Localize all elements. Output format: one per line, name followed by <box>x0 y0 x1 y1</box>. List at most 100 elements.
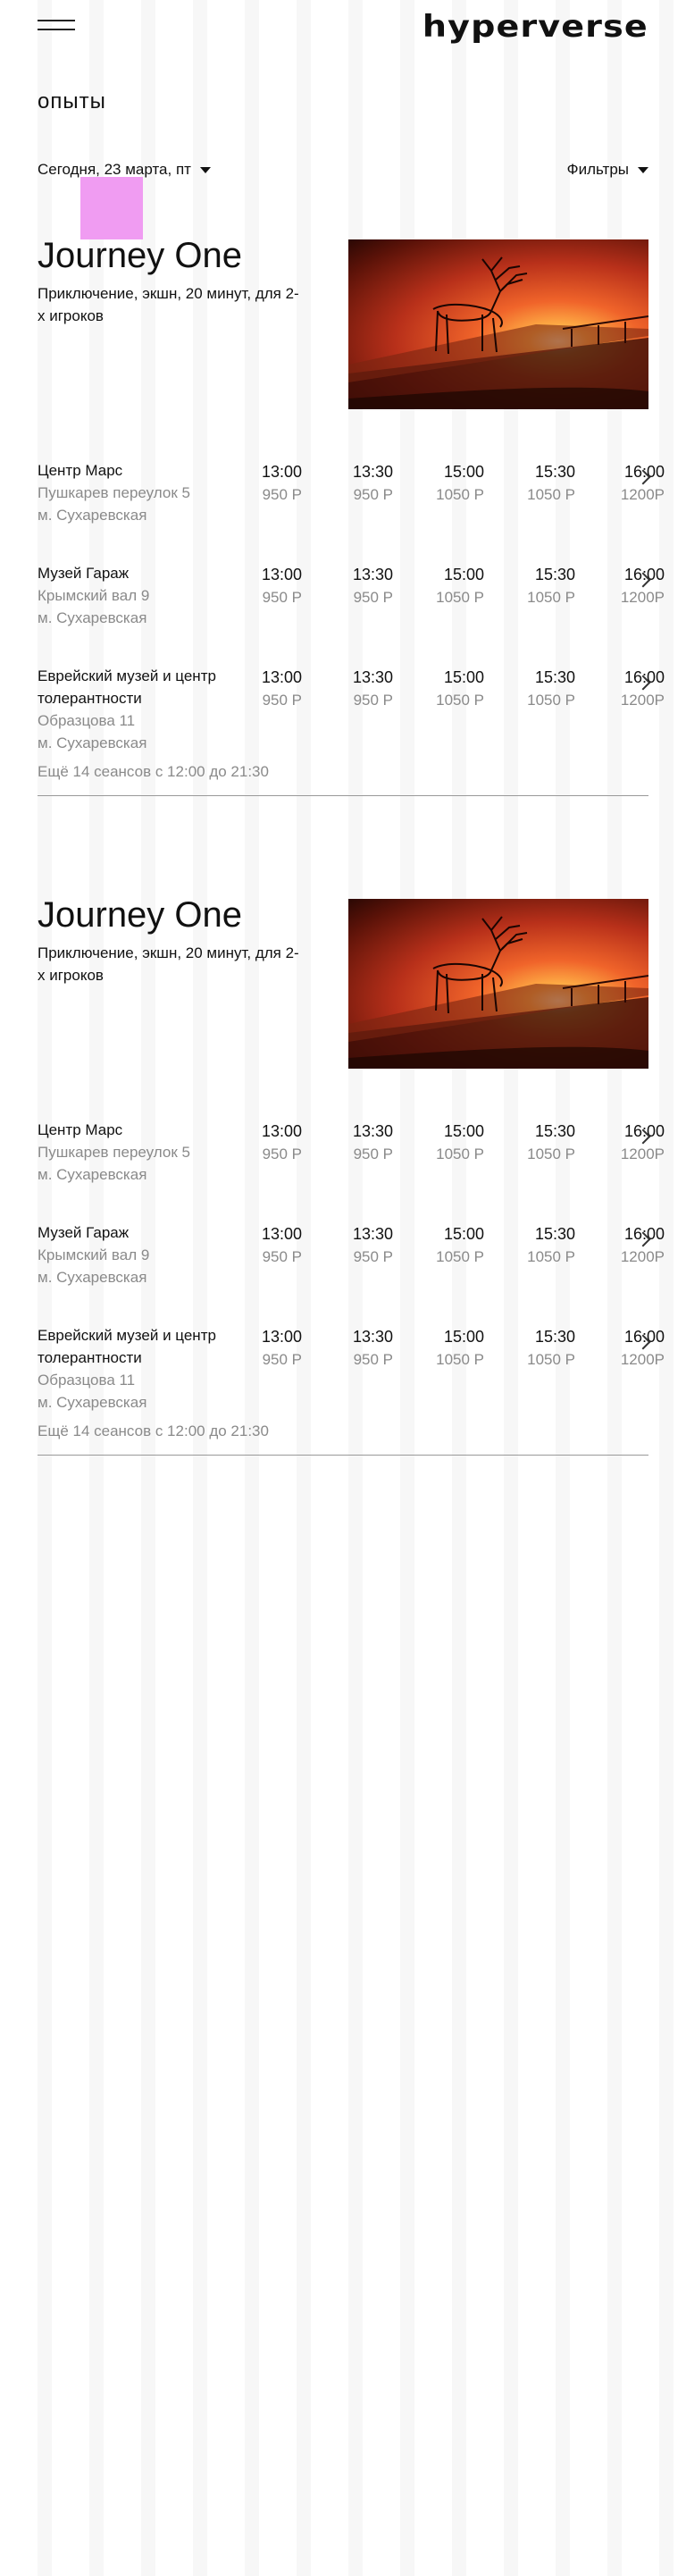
hamburger-menu-icon[interactable] <box>38 18 75 32</box>
venue-address: Крымский вал 9 <box>38 1246 150 1263</box>
session-slot[interactable]: 16:00 1200Р <box>611 1326 665 1371</box>
session-time: 13:30 <box>352 1225 393 1243</box>
experience-image[interactable] <box>348 239 648 409</box>
session-time: 15:30 <box>534 1122 575 1140</box>
session-price: 1200Р <box>620 486 665 503</box>
experience-description: Приключение, экшн, 20 минут, для 2-х игр… <box>38 285 299 324</box>
session-slot[interactable]: 13:00 950 Р <box>248 461 302 506</box>
venue-metro: м. Сухаревская <box>38 1166 147 1183</box>
session-price: 1050 Р <box>436 486 484 503</box>
session-time: 15:30 <box>534 1328 575 1346</box>
session-slot[interactable]: 15:30 1050 Р <box>522 1120 575 1165</box>
session-time: 13:30 <box>352 668 393 686</box>
experience-title[interactable]: Journey One <box>38 894 242 936</box>
session-slot[interactable]: 16:00 1200Р <box>611 461 665 506</box>
session-price: 1050 Р <box>527 1248 575 1265</box>
session-slot[interactable]: 16:00 1200Р <box>611 667 665 711</box>
session-slot[interactable]: 15:00 1050 Р <box>431 461 484 506</box>
logo[interactable]: hyperverse <box>422 9 648 45</box>
more-sessions-link[interactable]: Ещё 14 сеансов с 12:00 до 21:30 <box>38 763 269 781</box>
session-slot[interactable]: 13:00 950 Р <box>248 1326 302 1371</box>
session-slot[interactable]: 16:00 1200Р <box>611 1120 665 1165</box>
venue-row[interactable]: Центр Марс Пушкарев переулок 5 м. Сухаревс… <box>0 459 686 549</box>
session-slot[interactable]: 13:30 950 Р <box>339 461 393 506</box>
deer-illustration <box>348 916 648 1069</box>
session-price: 950 Р <box>262 1351 302 1368</box>
filters-button[interactable]: Фильтры <box>567 161 648 179</box>
venue-row[interactable]: Еврейский музей и центр толерантности Обр… <box>0 1324 686 1414</box>
session-slot[interactable]: 15:30 1050 Р <box>522 1326 575 1371</box>
session-time: 13:00 <box>261 668 302 686</box>
venue-row[interactable]: Музей Гараж Крымский вал 9 м. Сухаревская 1… <box>0 562 686 651</box>
session-slot[interactable]: 13:30 950 Р <box>339 1223 393 1268</box>
session-price: 1050 Р <box>527 486 575 503</box>
page: hyperverse опыты Сегодня, 23 марта, пт Ф… <box>0 0 686 2576</box>
venue-row[interactable]: Еврейский музей и центр толерантности Обр… <box>0 665 686 754</box>
experience-card: Journey One Приключение, экшн, 20 минут, … <box>0 234 686 851</box>
session-slot[interactable]: 13:30 950 Р <box>339 564 393 608</box>
venue-row[interactable]: Музей Гараж Крымский вал 9 м. Сухаревская 1… <box>0 1221 686 1311</box>
date-select[interactable]: Сегодня, 23 марта, пт <box>38 161 211 179</box>
date-select-label: Сегодня, 23 марта, пт <box>38 161 191 178</box>
session-price: 1050 Р <box>436 589 484 606</box>
venue-address: Образцова 11 <box>38 1372 136 1389</box>
page-title: опыты <box>38 89 106 113</box>
session-price: 1050 Р <box>436 1145 484 1162</box>
more-sessions-link[interactable]: Ещё 14 сеансов с 12:00 до 21:30 <box>38 1422 269 1440</box>
session-slot[interactable]: 13:30 950 Р <box>339 1326 393 1371</box>
cursor-highlight <box>80 177 143 239</box>
session-slot[interactable]: 15:00 1050 Р <box>431 1223 484 1268</box>
session-time: 15:00 <box>443 1122 484 1140</box>
venue-metro: м. Сухаревская <box>38 734 147 751</box>
session-slot[interactable]: 15:30 1050 Р <box>522 461 575 506</box>
session-time: 13:30 <box>352 463 393 481</box>
session-time: 13:00 <box>261 1328 302 1346</box>
session-slot[interactable]: 15:00 1050 Р <box>431 667 484 711</box>
session-time: 13:00 <box>261 1225 302 1243</box>
session-slot[interactable]: 13:00 950 Р <box>248 667 302 711</box>
experience-title[interactable]: Journey One <box>38 234 242 277</box>
session-price: 1200Р <box>620 589 665 606</box>
session-slot[interactable]: 15:00 1050 Р <box>431 564 484 608</box>
experience-description: Приключение, экшн, 20 минут, для 2-х игр… <box>38 944 299 984</box>
session-slot[interactable]: 13:30 950 Р <box>339 667 393 711</box>
session-price: 1050 Р <box>436 692 484 709</box>
session-price: 1050 Р <box>436 1351 484 1368</box>
venue-row[interactable]: Центр Марс Пушкарев переулок 5 м. Сухаревс… <box>0 1119 686 1208</box>
experience-image[interactable] <box>348 899 648 1069</box>
venue-metro: м. Сухаревская <box>38 507 147 524</box>
session-slot[interactable]: 13:00 950 Р <box>248 564 302 608</box>
session-price: 1050 Р <box>527 692 575 709</box>
session-slot[interactable]: 16:00 1200Р <box>611 1223 665 1268</box>
session-price: 1050 Р <box>527 589 575 606</box>
session-slot[interactable]: 15:00 1050 Р <box>431 1120 484 1165</box>
session-slot[interactable]: 13:00 950 Р <box>248 1120 302 1165</box>
session-time: 15:00 <box>443 668 484 686</box>
session-time: 15:00 <box>443 566 484 583</box>
session-time: 13:30 <box>352 1122 393 1140</box>
venue-address: Пушкарев переулок 5 <box>38 1144 190 1161</box>
session-slot[interactable]: 16:00 1200Р <box>611 564 665 608</box>
session-price: 950 Р <box>262 692 302 709</box>
session-slot[interactable]: 15:30 1050 Р <box>522 1223 575 1268</box>
session-price: 1050 Р <box>527 1145 575 1162</box>
deer-illustration <box>348 256 648 409</box>
session-slot[interactable]: 15:30 1050 Р <box>522 667 575 711</box>
session-time: 15:30 <box>534 1225 575 1243</box>
session-slot[interactable]: 15:00 1050 Р <box>431 1326 484 1371</box>
session-price: 1050 Р <box>436 1248 484 1265</box>
session-price: 1200Р <box>620 1248 665 1265</box>
session-price: 950 Р <box>353 1145 393 1162</box>
session-time: 15:30 <box>534 668 575 686</box>
session-slot[interactable]: 13:30 950 Р <box>339 1120 393 1165</box>
session-slot[interactable]: 15:30 1050 Р <box>522 564 575 608</box>
venue-address: Крымский вал 9 <box>38 587 150 604</box>
session-price: 950 Р <box>262 589 302 606</box>
session-price: 1200Р <box>620 1145 665 1162</box>
session-time: 15:30 <box>534 463 575 481</box>
session-price: 1050 Р <box>527 1351 575 1368</box>
venue-name: Центр Марс <box>38 1121 123 1138</box>
session-time: 13:00 <box>261 1122 302 1140</box>
session-slot[interactable]: 13:00 950 Р <box>248 1223 302 1268</box>
experience-card: Journey One Приключение, экшн, 20 минут, … <box>0 894 686 1510</box>
